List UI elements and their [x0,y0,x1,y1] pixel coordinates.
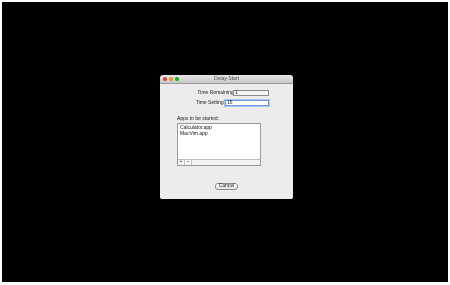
list-item[interactable]: MacVim.app [180,131,208,137]
apps-to-be-started-label: Apps to be started: [177,116,219,122]
delay-start-window: Delay Start Time Remaining: 1 Time Setti… [160,75,293,199]
title-bar[interactable]: Delay Start [160,75,293,84]
list-footer: + − [178,159,260,165]
cancel-button[interactable]: Cancel [215,183,238,190]
desktop-background: Delay Start Time Remaining: 1 Time Setti… [2,2,448,282]
remove-app-button[interactable]: − [185,160,192,165]
time-remaining-label: Time Remaining: [197,90,235,96]
time-remaining-field: 1 [233,90,269,96]
add-app-button[interactable]: + [178,160,185,165]
window-title: Delay Start [214,76,239,82]
time-setting-label: Time Setting: [195,100,225,106]
apps-list[interactable]: Calculator.app MacVim.app + − [177,123,261,166]
time-setting-field[interactable]: 15 [225,100,269,106]
